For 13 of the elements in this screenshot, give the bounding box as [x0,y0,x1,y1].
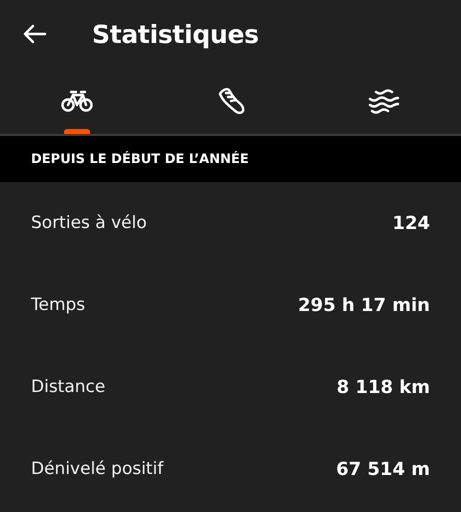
stat-label: Dénivelé positif [31,459,164,479]
stat-value: 295 h 17 min [298,294,430,316]
stat-label: Temps [31,295,86,315]
bicycle-icon [60,89,93,113]
stat-label: Sorties à vélo [31,213,147,233]
screen-title: Statistiques [92,20,259,48]
stat-value: 8 118 km [336,376,430,398]
stat-value: 124 [392,212,430,234]
waves-icon [368,88,400,114]
stat-label: Distance [31,377,106,397]
tab-indicator [64,129,90,134]
stat-value: 67 514 m [336,458,430,480]
section-title: DEPUIS LE DÉBUT DE L’ANNÉE [31,152,249,166]
